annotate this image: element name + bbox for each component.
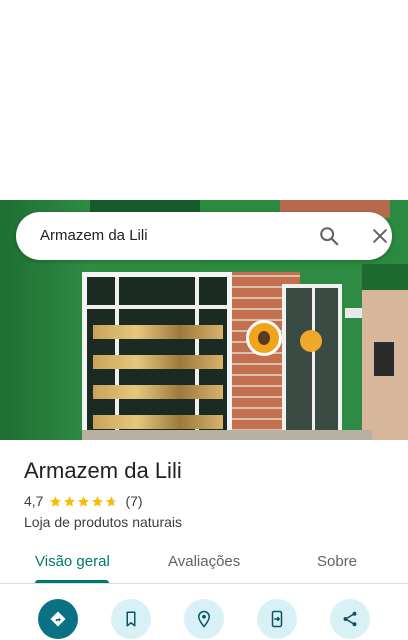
close-icon[interactable] [370,226,390,246]
send-to-phone-button[interactable] [257,599,297,639]
directions-button[interactable] [38,599,78,639]
directions-icon [50,611,66,627]
place-title: Armazem da Lili [24,458,182,483]
star-icon [78,495,90,507]
search-icon[interactable] [318,225,340,247]
review-count: (7) [125,493,143,509]
nearby-icon [197,610,211,628]
star-icon [50,495,62,507]
shop-window [82,272,232,440]
star-icon [64,495,76,507]
send-to-phone-icon [271,610,283,628]
action-bar [0,596,408,640]
star-icon [92,495,104,507]
tab-about[interactable]: Sobre [317,553,357,570]
bookmark-icon [126,611,136,627]
star-rating [49,495,119,508]
search-bar[interactable]: Armazem da Lili [16,212,392,260]
active-tab-indicator [35,580,109,583]
shop-door [282,284,342,440]
tab-reviews[interactable]: Avaliações [168,553,240,570]
save-button[interactable] [111,599,151,639]
rating-row[interactable]: 4,7 (7) [24,492,143,510]
nearby-button[interactable] [184,599,224,639]
tab-bar: Visão geral Avaliações Sobre [0,540,408,584]
place-category: Loja de produtos naturais [24,514,182,530]
half-star-icon [106,495,118,507]
blank-area [0,0,408,200]
shop-logo [246,320,282,356]
share-icon [343,611,357,627]
search-input[interactable]: Armazem da Lili [40,227,148,244]
tab-overview[interactable]: Visão geral [35,553,110,570]
rating-value: 4,7 [24,493,44,509]
share-button[interactable] [330,599,370,639]
